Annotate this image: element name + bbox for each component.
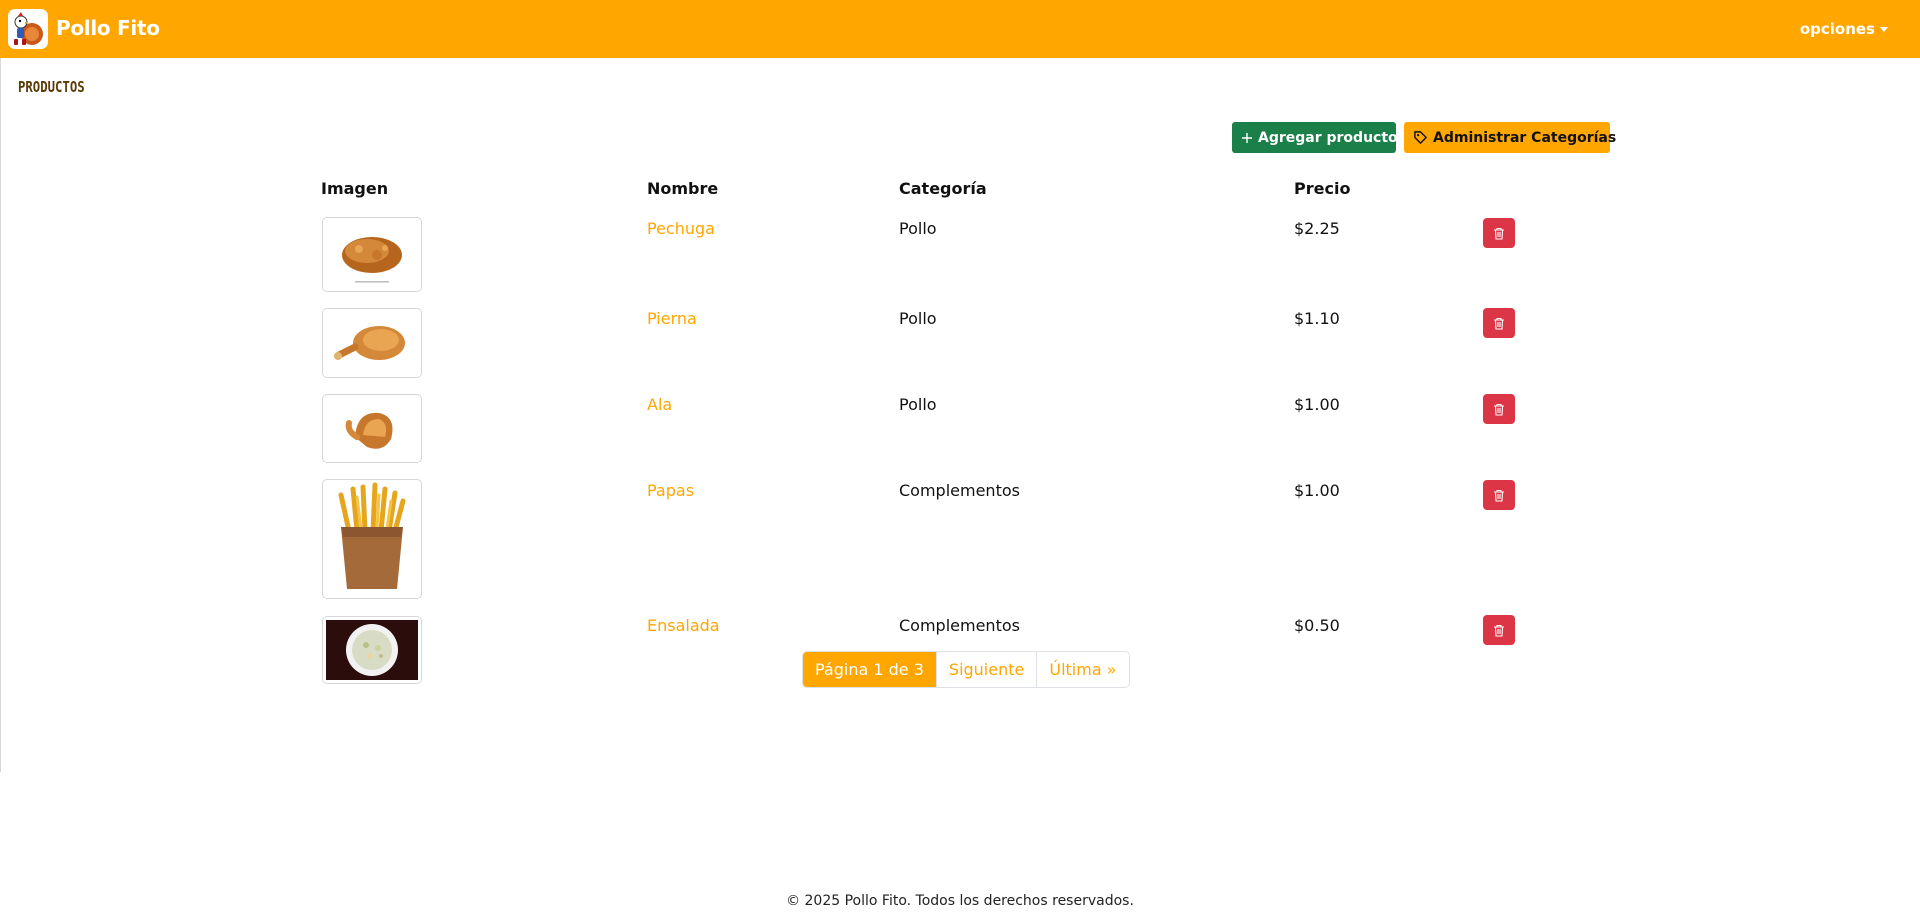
- product-category: Pollo: [899, 219, 937, 238]
- trash-icon: [1494, 317, 1504, 330]
- add-product-button[interactable]: Agregar producto: [1232, 122, 1398, 153]
- product-name-link[interactable]: Pierna: [647, 309, 697, 328]
- product-image-ensalada: [322, 616, 422, 684]
- delete-product-button[interactable]: [1483, 615, 1515, 645]
- fried-chicken-leg-icon: [334, 326, 405, 360]
- product-name-link[interactable]: Ala: [647, 395, 672, 414]
- product-category: Pollo: [899, 395, 937, 414]
- product-price: $1.10: [1294, 309, 1340, 328]
- chicken-mascot-icon[interactable]: [8, 9, 48, 49]
- product-image-pierna: [322, 308, 422, 378]
- product-price: $1.00: [1294, 395, 1340, 414]
- column-header-price: Precio: [1294, 179, 1351, 198]
- product-image-pechuga: [322, 217, 422, 292]
- fried-chicken-wing-icon: [345, 412, 393, 449]
- delete-product-button[interactable]: [1483, 480, 1515, 510]
- product-name-link[interactable]: Pechuga: [647, 219, 715, 238]
- delete-product-button[interactable]: [1483, 308, 1515, 338]
- chevron-down-icon: [1880, 27, 1888, 32]
- product-category: Pollo: [899, 309, 937, 328]
- trash-icon: [1494, 403, 1504, 416]
- brand-name[interactable]: Pollo Fito: [56, 16, 160, 40]
- manage-categories-button[interactable]: Administrar Categorías: [1404, 122, 1616, 153]
- delete-product-button[interactable]: [1483, 394, 1515, 424]
- product-image-ala: [322, 394, 422, 463]
- product-price: $1.00: [1294, 481, 1340, 500]
- fried-chicken-breast-icon: [342, 236, 402, 282]
- product-image-papas: [322, 479, 422, 599]
- page-indicator[interactable]: Página 1 de 3: [803, 652, 936, 687]
- manage-categories-label: Administrar Categorías: [1433, 129, 1617, 146]
- page-title: PRODUCTOS: [18, 78, 85, 96]
- footer-copyright: © 2025 Pollo Fito. Todos los derechos re…: [786, 893, 1134, 909]
- product-name-link[interactable]: Papas: [647, 481, 694, 500]
- coleslaw-salad-icon: [326, 620, 418, 680]
- product-price: $2.25: [1294, 219, 1340, 238]
- pagination: Página 1 de 3 Siguiente Última »: [802, 651, 1130, 688]
- delete-product-button[interactable]: [1483, 218, 1515, 248]
- plus-icon: [1242, 132, 1252, 143]
- trash-icon: [1494, 489, 1504, 502]
- product-price: $0.50: [1294, 616, 1340, 635]
- top-navbar: Pollo Fito opciones: [0, 0, 1920, 58]
- trash-icon: [1494, 624, 1504, 637]
- add-product-label: Agregar producto: [1258, 129, 1398, 146]
- next-page-link[interactable]: Siguiente: [935, 652, 1037, 687]
- options-dropdown[interactable]: opciones: [1800, 20, 1888, 38]
- tag-icon: [1414, 131, 1427, 144]
- last-page-link[interactable]: Última »: [1036, 652, 1129, 687]
- product-category: Complementos: [899, 616, 1020, 635]
- french-fries-icon: [338, 482, 406, 589]
- trash-icon: [1494, 227, 1504, 240]
- product-category: Complementos: [899, 481, 1020, 500]
- options-label: opciones: [1799, 20, 1875, 38]
- product-name-link[interactable]: Ensalada: [647, 616, 720, 635]
- column-header-category: Categoría: [899, 179, 987, 198]
- column-header-name: Nombre: [647, 179, 719, 198]
- column-header-image: Imagen: [321, 179, 389, 198]
